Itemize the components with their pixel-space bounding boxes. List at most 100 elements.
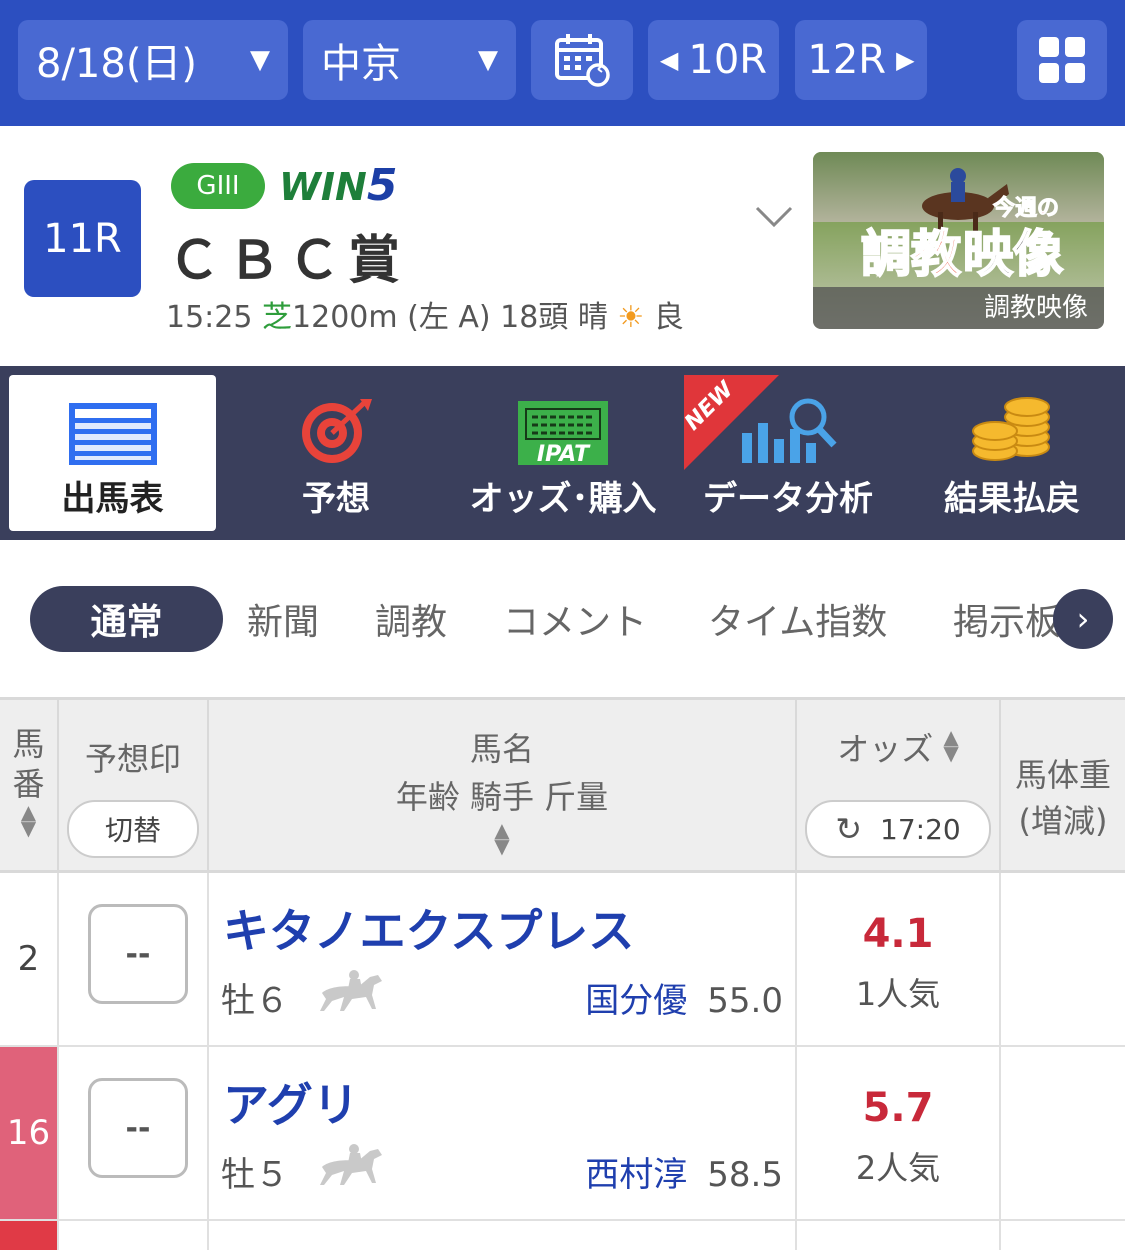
sort-icon: ▲ ▼ — [20, 800, 37, 840]
table-header: 馬 番 ▲ ▼ 予想印 切替 馬名 年齢 騎手 斤量 ▲ ▼ オッズ ▲ ▼ ↻ 17… — [0, 697, 1125, 873]
training-video-thumbnail[interactable]: 今週の 調教 映像 調教映像 — [813, 152, 1104, 329]
horse-cell: アグリ 牡５ 西村淳 58.5 — [209, 1047, 797, 1219]
tabs-scroll-right-button[interactable]: › — [1053, 589, 1113, 649]
horse-silhouette-icon — [320, 1144, 382, 1185]
top-bar: 8/18(日) ▼ 中京 ▼ ◀ 10R 12R ▶ — [0, 0, 1125, 126]
sort-icon: ▲ ▼ — [943, 725, 959, 765]
menu-odds-purchase-label: オッズ･購入 — [469, 479, 657, 519]
horse-cell: キタノエクスプレス 牡６ 国分優 55.0 — [209, 873, 797, 1045]
tab-board[interactable]: 掲示板 — [953, 586, 1061, 652]
race-name: ＣＢＣ賞 — [168, 231, 409, 291]
sex-age: 牡６ — [221, 981, 289, 1021]
tab-time-index[interactable]: タイム指数 — [708, 586, 887, 652]
menu-prediction[interactable]: 予想 — [236, 375, 436, 531]
mark-cell — [59, 1221, 209, 1250]
refresh-icon: ↻ — [835, 810, 863, 848]
win5-suffix: 5 — [366, 160, 398, 211]
sex-age: 牡５ — [221, 1155, 289, 1195]
prev-race-button[interactable]: ◀ 10R — [648, 20, 779, 100]
mark-selector[interactable]: -- — [88, 1078, 188, 1178]
sun-icon: ☀ — [617, 300, 645, 335]
jockey-name-link[interactable]: 西村淳 — [585, 1155, 687, 1195]
menu-results-label: 結果払戻 — [944, 479, 1080, 519]
coins-icon — [972, 397, 1050, 461]
race-card-icon — [68, 403, 157, 465]
venue-select[interactable]: 中京 ▼ — [303, 20, 516, 100]
new-badge: NEW — [684, 375, 779, 470]
triangle-right-icon: ▶ — [896, 46, 915, 74]
horse-name-link[interactable]: アグリ — [223, 1069, 359, 1135]
odds-value: 4.1 — [862, 911, 934, 957]
odds-refresh-button[interactable]: ↻ 17:20 — [805, 800, 991, 858]
table-row[interactable]: 2 -- キタノエクスプレス 牡６ 国分優 55.0 4.1 1人気 — [0, 873, 1125, 1047]
next-race-label: 12R — [807, 37, 887, 83]
kinryo: 58.5 — [707, 1155, 783, 1195]
horse-name-link[interactable]: キタノエクスプレス — [223, 895, 634, 961]
triangle-left-icon: ◀ — [659, 46, 679, 74]
main-menu-bar: 出馬表 予想 IPAT オッズ･購入 データ分析 結果払戻 — [0, 366, 1125, 540]
race-surface: 芝 — [262, 300, 293, 335]
tab-training[interactable]: 調教 — [375, 586, 447, 652]
sort-icon: ▲ ▼ — [494, 818, 510, 858]
next-race-button[interactable]: 12R ▶ — [795, 20, 927, 100]
race-info: 15:25 芝1200m (左 A) 18頭 晴 ☀ 良 — [166, 292, 684, 336]
odds-time: 17:20 — [880, 812, 961, 846]
win5-logo: WIN5 — [279, 160, 397, 211]
menu-race-card[interactable]: 出馬表 — [9, 375, 216, 531]
weight-cell — [1001, 873, 1125, 1045]
race-number-badge: 11R — [24, 180, 141, 297]
header-mark: 予想印 切替 — [59, 700, 209, 870]
table-row[interactable]: 16 -- アグリ 牡５ 西村淳 58.5 5.7 2人気 — [0, 1047, 1125, 1221]
calendar-refresh-icon — [555, 34, 610, 87]
mark-toggle-button[interactable]: 切替 — [67, 800, 199, 858]
header-horse-label: 馬名 — [469, 730, 534, 768]
tab-comment[interactable]: コメント — [503, 586, 647, 652]
triangle-down-icon: ▼ — [250, 45, 270, 75]
header-weight-sub-label: (増減) — [1018, 802, 1108, 840]
target-icon — [302, 399, 372, 463]
ipat-text: IPAT — [537, 442, 591, 465]
grid-menu-button[interactable] — [1017, 20, 1107, 100]
header-mark-label: 予想印 — [84, 740, 181, 778]
umaban-cell: 16 — [0, 1047, 59, 1219]
triangle-down-icon: ▼ — [478, 45, 498, 75]
jockey-name-link[interactable]: 国分優 — [585, 981, 687, 1021]
mark-selector[interactable]: -- — [88, 904, 188, 1004]
horse-silhouette-icon — [320, 970, 382, 1011]
thumbnail-title-a: 調教 — [860, 224, 962, 284]
chevron-down-icon[interactable] — [755, 205, 793, 229]
date-select[interactable]: 8/18(日) ▼ — [18, 20, 288, 100]
weight-cell — [1001, 1047, 1125, 1219]
header-horse[interactable]: 馬名 年齢 騎手 斤量 ▲ ▼ — [209, 700, 797, 870]
grid-icon — [1039, 37, 1085, 83]
odds-cell: 5.7 2人気 — [797, 1047, 1001, 1219]
odds-cell — [797, 1221, 1001, 1250]
prev-race-label: 10R — [688, 37, 768, 83]
calendar-button[interactable] — [531, 20, 633, 100]
popularity: 2人気 — [855, 1149, 941, 1187]
header-weight: 馬体重 (増減) — [1001, 700, 1125, 870]
header-horse-sub-label: 年齢 騎手 斤量 — [395, 778, 609, 816]
odds-cell: 4.1 1人気 — [797, 873, 1001, 1045]
horse-cell — [209, 1221, 797, 1250]
mark-cell: -- — [59, 1047, 209, 1219]
tab-normal[interactable]: 通常 — [30, 586, 223, 652]
kinryo: 55.0 — [707, 981, 783, 1021]
ipat-icon: IPAT — [518, 401, 608, 465]
win5-prefix: WIN — [279, 165, 367, 209]
menu-results[interactable]: 結果払戻 — [912, 375, 1112, 531]
header-weight-label: 馬体重 — [1014, 756, 1111, 794]
tab-newspaper[interactable]: 新聞 — [247, 586, 319, 652]
header-umaban[interactable]: 馬 番 ▲ ▼ — [0, 700, 59, 870]
date-label: 8/18(日) — [36, 41, 198, 87]
menu-prediction-label: 予想 — [302, 479, 370, 519]
mark-cell: -- — [59, 873, 209, 1045]
menu-data-analysis-label: データ分析 — [703, 479, 873, 519]
sub-tabs: 通常 新聞 調教 コメント タイム指数 掲示板 — [0, 586, 1125, 654]
chevron-right-icon: › — [1076, 600, 1090, 638]
race-time: 15:25 — [166, 300, 253, 335]
table-row[interactable] — [0, 1221, 1125, 1250]
odds-value: 5.7 — [862, 1085, 934, 1131]
header-odds[interactable]: オッズ ▲ ▼ ↻ 17:20 — [797, 700, 1001, 870]
menu-odds-purchase[interactable]: IPAT オッズ･購入 — [454, 375, 672, 531]
